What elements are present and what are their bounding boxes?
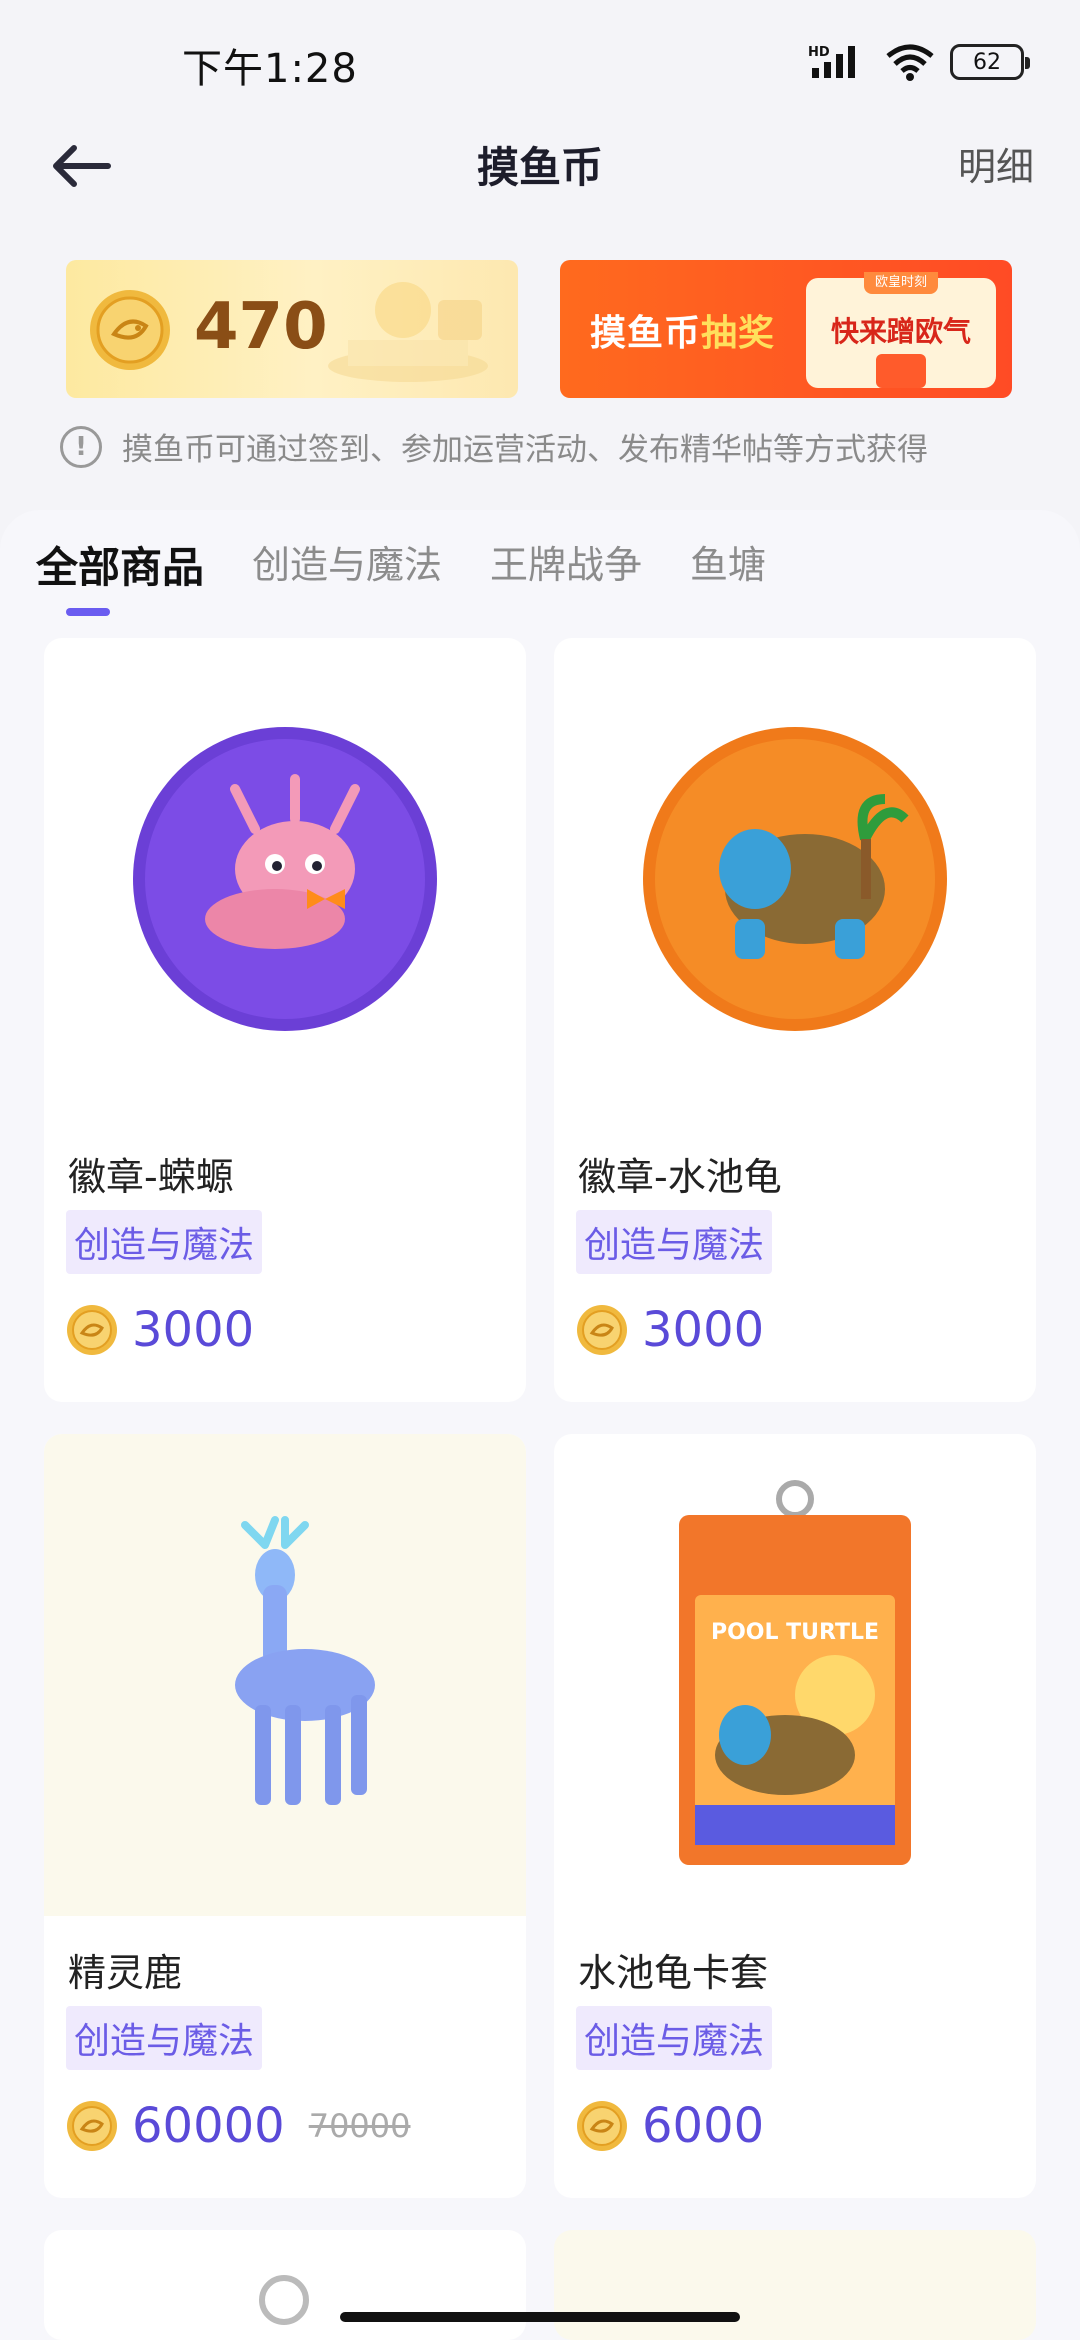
status-icons: HD 62	[808, 40, 1030, 84]
fish-coin-icon	[67, 1305, 117, 1355]
wifi-icon	[886, 44, 934, 81]
lottery-tag: 欧皇时刻	[864, 272, 938, 294]
hint-text: 摸鱼币可通过签到、参加运营活动、发布精华帖等方式获得	[122, 432, 928, 468]
tab-ace-war[interactable]: 王牌战争	[490, 534, 642, 595]
status-bar: 下午1:28 HD 62	[0, 0, 1080, 120]
product-card[interactable]: 徽章-水池龟 创造与魔法 3000	[554, 638, 1036, 1402]
product-image	[44, 638, 526, 1120]
product-name: 精灵鹿	[68, 1951, 183, 1995]
network-type: HD	[808, 45, 830, 60]
price-row: 3000	[576, 1302, 764, 1358]
product-card[interactable]: 徽章-蝾螈 创造与魔法 3000	[44, 638, 526, 1402]
fish-coin-icon	[577, 2101, 627, 2151]
product-tag: 创造与魔法	[66, 1210, 263, 1274]
price-row: 6000	[576, 2098, 764, 2154]
card-holder-icon: POOL TURTLE	[679, 1480, 911, 1865]
tab-creation-magic[interactable]: 创造与魔法	[252, 534, 442, 595]
lottery-title-part2: 抽奖	[701, 313, 776, 354]
price-row: 60000 70000	[66, 2098, 411, 2154]
fish-coin-icon	[577, 1305, 627, 1355]
coin-balance: 470	[194, 290, 328, 364]
coin-balance-banner[interactable]: 470	[66, 260, 518, 398]
gift-box-icon	[876, 354, 926, 388]
product-original-price: 70000	[308, 2107, 411, 2145]
product-tag: 创造与魔法	[66, 2006, 263, 2070]
detail-link[interactable]: 明细	[958, 136, 1034, 191]
header: 摸鱼币 明细	[0, 120, 1080, 280]
axolotl-badge-icon	[133, 727, 437, 1031]
treasure-decoration-icon	[328, 282, 488, 382]
info-icon: !	[60, 425, 102, 468]
product-image	[554, 638, 1036, 1120]
lottery-title-part1: 摸鱼币	[590, 313, 702, 354]
product-card-partial[interactable]	[554, 2230, 1036, 2340]
product-price: 6000	[642, 2098, 765, 2154]
product-image	[44, 1434, 526, 1916]
product-image: POOL TURTLE	[554, 1434, 1036, 1916]
product-card[interactable]: POOL TURTLE 水池龟卡套 创造与魔法 6000	[554, 1434, 1036, 2198]
product-card[interactable]: 精灵鹿 创造与魔法 60000 70000	[44, 1434, 526, 2198]
lottery-banner[interactable]: 摸鱼币抽奖 欧皇时刻 快来蹭欧气	[560, 260, 1012, 398]
tab-fish-pond[interactable]: 鱼塘	[690, 534, 766, 595]
lottery-title: 摸鱼币抽奖	[590, 304, 775, 356]
card-holder-text: POOL TURTLE	[711, 1620, 879, 1645]
battery-level: 62	[973, 49, 1001, 75]
product-image-partial	[259, 2275, 309, 2325]
active-tab-indicator	[66, 608, 110, 616]
lottery-cta: 快来蹭欧气	[830, 315, 971, 348]
coin-hint: ! 摸鱼币可通过签到、参加运营活动、发布精华帖等方式获得	[60, 424, 928, 469]
battery-icon: 62	[950, 44, 1030, 80]
fish-coin-icon	[67, 2101, 117, 2151]
lottery-card: 欧皇时刻 快来蹭欧气	[806, 272, 996, 388]
status-time: 下午1:28	[182, 46, 358, 92]
product-tag: 创造与魔法	[576, 2006, 773, 2070]
fish-coin-icon	[90, 290, 170, 370]
price-row: 3000	[66, 1302, 254, 1358]
signal-icon: HD	[808, 45, 855, 78]
turtle-badge-icon	[643, 727, 947, 1031]
product-price: 3000	[642, 1302, 765, 1358]
product-card-partial[interactable]	[44, 2230, 526, 2340]
product-name: 徽章-蝾螈	[68, 1155, 234, 1199]
tab-all-products[interactable]: 全部商品	[36, 534, 204, 595]
home-indicator[interactable]	[340, 2312, 740, 2322]
product-name: 水池龟卡套	[578, 1951, 769, 1995]
page-title: 摸鱼币	[476, 143, 603, 192]
product-price: 60000	[132, 2098, 285, 2154]
product-name: 徽章-水池龟	[578, 1155, 782, 1199]
product-price: 3000	[132, 1302, 255, 1358]
product-panel: 全部商品 创造与魔法 王牌战争 鱼塘 徽章-蝾螈 创造与魔法 3000 徽章-水…	[0, 510, 1080, 2340]
spirit-deer-icon	[235, 1516, 375, 1805]
product-tag: 创造与魔法	[576, 1210, 773, 1274]
category-tabs: 全部商品 创造与魔法 王牌战争 鱼塘	[36, 534, 766, 595]
